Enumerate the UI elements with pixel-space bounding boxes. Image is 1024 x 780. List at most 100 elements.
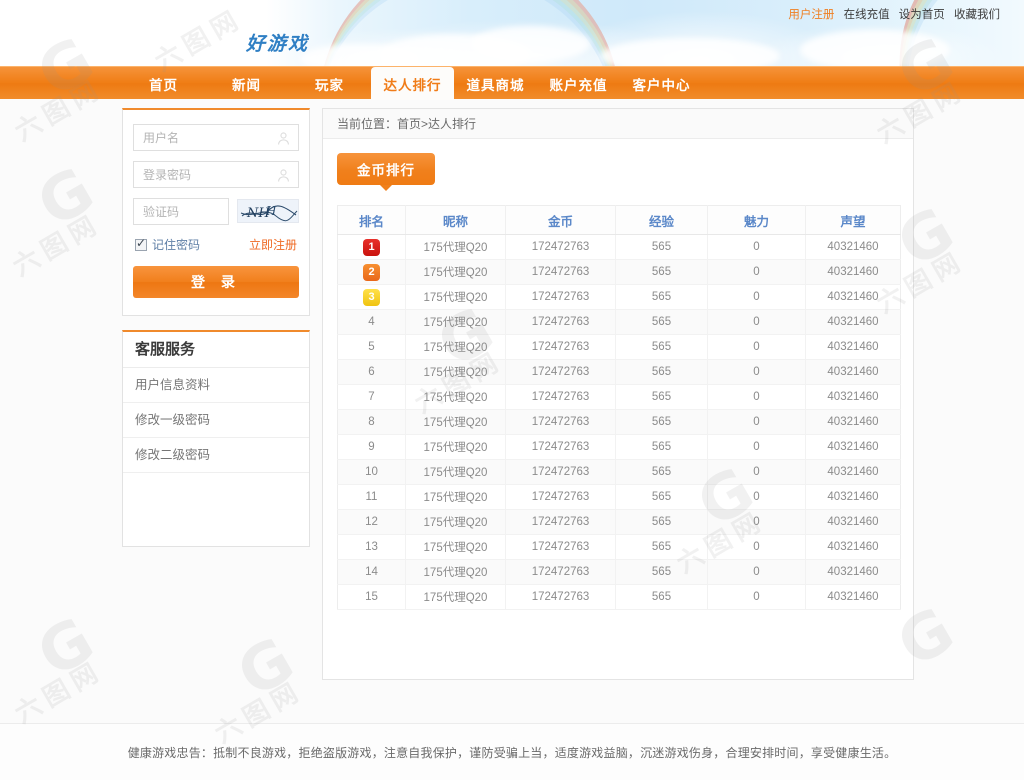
table-row[interactable]: 6 175代理Q20 172472763 565 0 40321460 <box>337 359 901 385</box>
link-user-register[interactable]: 用户注册 <box>788 9 834 21</box>
table-row[interactable]: 7 175代理Q20 172472763 565 0 40321460 <box>337 384 901 410</box>
table-row[interactable]: 8 175代理Q20 172472763 565 0 40321460 <box>337 409 901 435</box>
column-header-charm[interactable]: 魅力 <box>707 205 806 235</box>
cell-exp: 565 <box>615 309 708 335</box>
cell-charm: 0 <box>707 409 806 435</box>
site-logo[interactable]: 好游戏 <box>246 29 309 56</box>
cell-prestige: 40321460 <box>805 284 901 310</box>
ranking-table-head: 排名 昵称 金币 经验 魅力 声望 <box>337 205 901 235</box>
table-row[interactable]: 10 175代理Q20 172472763 565 0 40321460 <box>337 459 901 485</box>
user-icon <box>278 169 289 182</box>
nav-item-customer-center[interactable]: 客户中心 <box>620 67 703 100</box>
cell-rank: 2 <box>337 259 406 285</box>
nav-item-ranking[interactable]: 达人排行 <box>371 67 454 100</box>
cell-prestige: 40321460 <box>805 334 901 360</box>
cell-nickname: 175代理Q20 <box>405 384 506 410</box>
cell-prestige: 40321460 <box>805 534 901 560</box>
cell-coins: 172472763 <box>505 534 616 560</box>
cell-rank: 14 <box>337 559 406 585</box>
sidebar: NH H 记住密码 立即注册 登 录 客服服务 用户信息资料 修改一级密码 修改… <box>122 108 310 547</box>
cell-rank: 10 <box>337 459 406 485</box>
cell-coins: 172472763 <box>505 359 616 385</box>
cell-rank: 11 <box>337 484 406 510</box>
cell-nickname: 175代理Q20 <box>405 534 506 560</box>
nav-item-home[interactable]: 首页 <box>122 67 205 100</box>
cell-exp: 565 <box>615 359 708 385</box>
column-header-coins[interactable]: 金币 <box>505 205 616 235</box>
captcha-image[interactable]: NH H <box>237 199 299 223</box>
table-row[interactable]: 15 175代理Q20 172472763 565 0 40321460 <box>337 584 901 610</box>
column-header-nickname[interactable]: 昵称 <box>405 205 506 235</box>
cell-prestige: 40321460 <box>805 309 901 335</box>
column-header-prestige[interactable]: 声望 <box>805 205 901 235</box>
cell-coins: 172472763 <box>505 584 616 610</box>
cell-exp: 565 <box>615 459 708 485</box>
service-item-change-secondary-password[interactable]: 修改二级密码 <box>123 438 309 473</box>
breadcrumb: 当前位置：首页>达人排行 <box>323 109 913 139</box>
link-bookmark-us[interactable]: 收藏我们 <box>954 9 1000 21</box>
cell-exp: 565 <box>615 234 708 260</box>
cell-coins: 172472763 <box>505 409 616 435</box>
remember-password-checkbox[interactable] <box>135 236 147 251</box>
ranking-table-body: 1 175代理Q20 172472763 565 0 40321460 2 175代理Q20 1… <box>337 234 901 610</box>
password-input[interactable] <box>134 162 298 187</box>
table-row[interactable]: 2 175代理Q20 172472763 565 0 40321460 <box>337 259 901 285</box>
nav-item-news[interactable]: 新闻 <box>205 67 288 100</box>
cell-prestige: 40321460 <box>805 584 901 610</box>
nav-item-players[interactable]: 玩家 <box>288 67 371 100</box>
cell-nickname: 175代理Q20 <box>405 334 506 360</box>
link-online-recharge[interactable]: 在线充值 <box>844 9 890 21</box>
cell-prestige: 40321460 <box>805 259 901 285</box>
user-icon <box>278 132 289 145</box>
cell-charm: 0 <box>707 334 806 360</box>
cell-prestige: 40321460 <box>805 409 901 435</box>
service-item-change-primary-password[interactable]: 修改一级密码 <box>123 403 309 438</box>
cell-nickname: 175代理Q20 <box>405 434 506 460</box>
cell-nickname: 175代理Q20 <box>405 559 506 585</box>
table-row[interactable]: 4 175代理Q20 172472763 565 0 40321460 <box>337 309 901 335</box>
login-button[interactable]: 登 录 <box>133 266 299 298</box>
link-set-homepage[interactable]: 设为首页 <box>899 9 945 21</box>
customer-service-panel: 客服服务 用户信息资料 修改一级密码 修改二级密码 <box>122 330 310 547</box>
cell-rank: 8 <box>337 409 406 435</box>
register-now-link[interactable]: 立即注册 <box>249 236 297 253</box>
table-row[interactable]: 11 175代理Q20 172472763 565 0 40321460 <box>337 484 901 510</box>
cell-prestige: 40321460 <box>805 359 901 385</box>
cell-exp: 565 <box>615 384 708 410</box>
table-row[interactable]: 14 175代理Q20 172472763 565 0 40321460 <box>337 559 901 585</box>
captcha-row: NH H <box>133 198 299 225</box>
service-item-user-info[interactable]: 用户信息资料 <box>123 368 309 403</box>
footer-health-notice: 健康游戏忠告：抵制不良游戏，拒绝盗版游戏，注意自我保护，谨防受骗上当，适度游戏益… <box>127 745 897 760</box>
cell-nickname: 175代理Q20 <box>405 459 506 485</box>
login-panel: NH H 记住密码 立即注册 登 录 <box>122 108 310 316</box>
remember-password-label[interactable]: 记住密码 <box>152 236 200 253</box>
table-row[interactable]: 3 175代理Q20 172472763 565 0 40321460 <box>337 284 901 310</box>
cell-coins: 172472763 <box>505 509 616 535</box>
ranking-tabs: 金币排行 <box>323 139 913 191</box>
cell-rank: 15 <box>337 584 406 610</box>
column-header-exp[interactable]: 经验 <box>615 205 708 235</box>
nav-item-item-mall[interactable]: 道具商城 <box>454 67 537 100</box>
svg-text:H: H <box>265 204 277 218</box>
table-row[interactable]: 1 175代理Q20 172472763 565 0 40321460 <box>337 234 901 260</box>
column-header-rank[interactable]: 排名 <box>337 205 406 235</box>
cell-charm: 0 <box>707 559 806 585</box>
username-input[interactable] <box>134 125 298 150</box>
table-row[interactable]: 9 175代理Q20 172472763 565 0 40321460 <box>337 434 901 460</box>
customer-service-title: 客服服务 <box>123 332 309 368</box>
cell-exp: 565 <box>615 284 708 310</box>
cell-coins: 172472763 <box>505 234 616 260</box>
nav-item-account-recharge[interactable]: 账户充值 <box>537 67 620 100</box>
cell-prestige: 40321460 <box>805 509 901 535</box>
cell-charm: 0 <box>707 259 806 285</box>
table-row[interactable]: 12 175代理Q20 172472763 565 0 40321460 <box>337 509 901 535</box>
cell-charm: 0 <box>707 434 806 460</box>
cell-coins: 172472763 <box>505 259 616 285</box>
table-row[interactable]: 5 175代理Q20 172472763 565 0 40321460 <box>337 334 901 360</box>
captcha-input[interactable] <box>134 199 228 224</box>
cell-rank: 3 <box>337 284 406 310</box>
top-utility-links: 用户注册 在线充值 设为首页 收藏我们 <box>782 6 1000 22</box>
tab-coin-ranking[interactable]: 金币排行 <box>337 153 435 191</box>
table-row[interactable]: 13 175代理Q20 172472763 565 0 40321460 <box>337 534 901 560</box>
cell-rank: 13 <box>337 534 406 560</box>
